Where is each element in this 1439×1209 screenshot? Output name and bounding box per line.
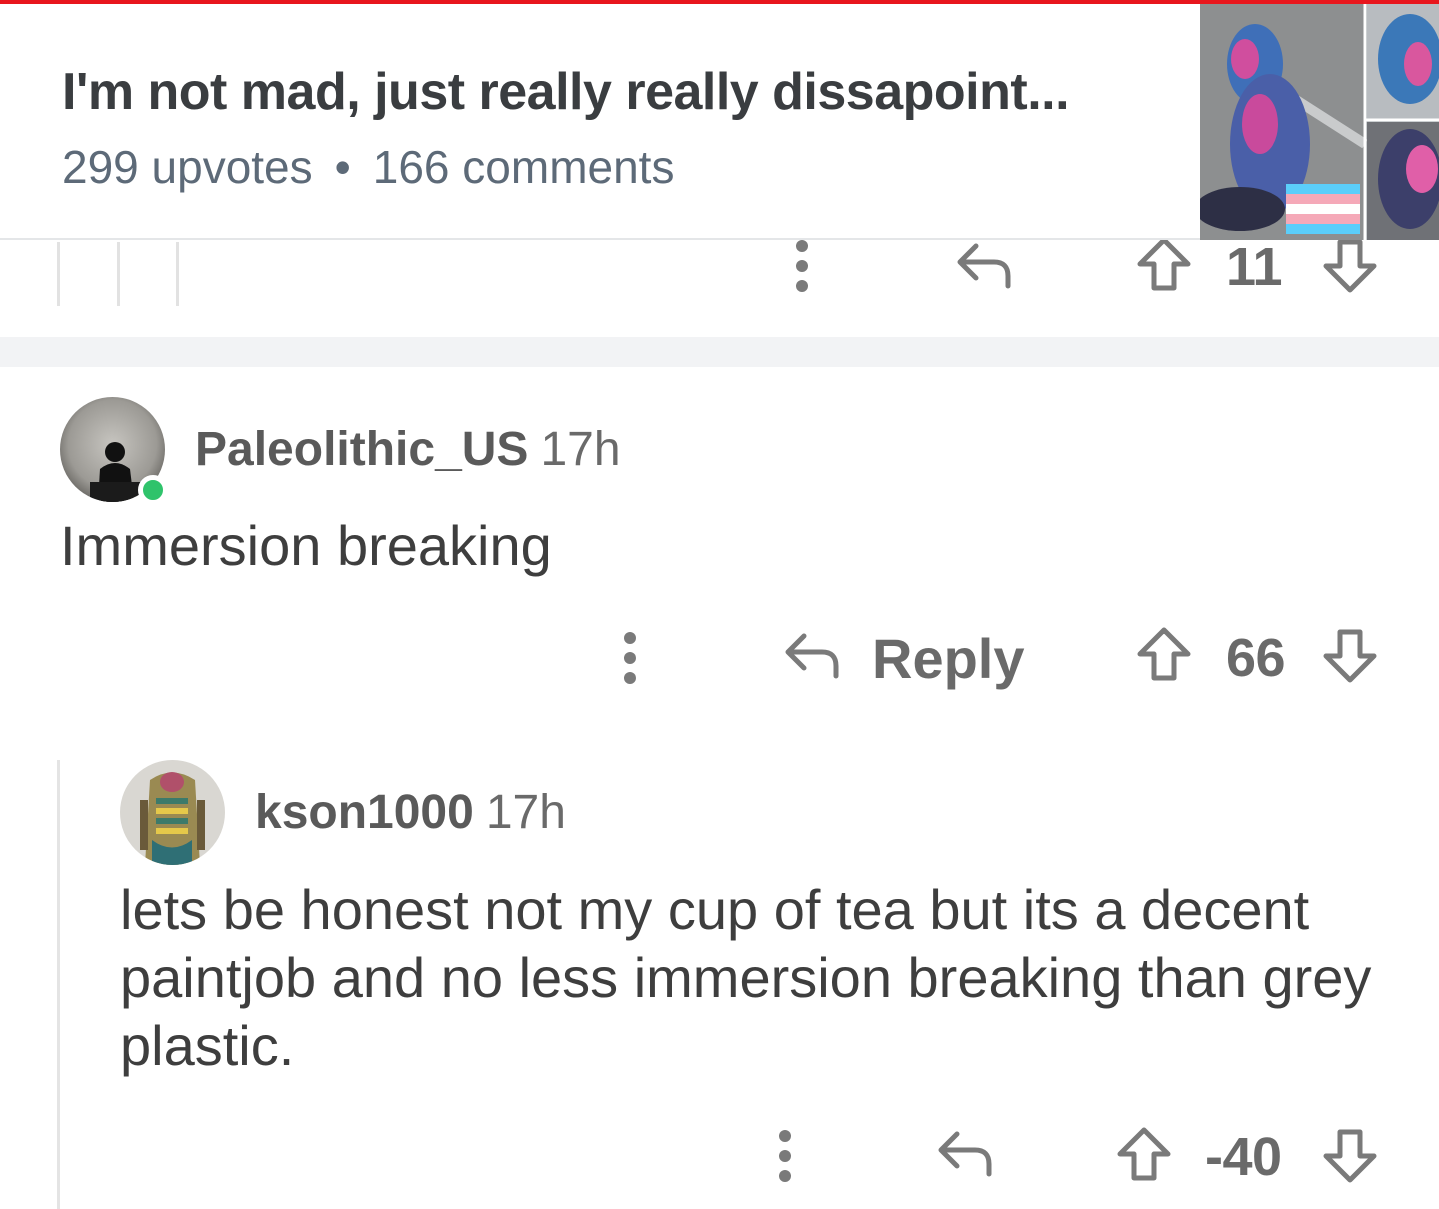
comment-time: 17h — [540, 423, 621, 476]
comment-count: 166 comments — [372, 141, 675, 193]
thumbnail-image — [1200, 4, 1439, 240]
upvote-icon[interactable] — [1136, 236, 1192, 292]
meta-separator: • — [334, 141, 351, 193]
vote-count: -40 — [1205, 1127, 1282, 1187]
upvote-icon[interactable] — [1116, 1126, 1172, 1182]
reply-icon[interactable] — [954, 240, 1014, 290]
vote-count: 66 — [1226, 628, 1286, 688]
more-icon[interactable] — [775, 1126, 795, 1186]
comment-author[interactable]: Paleolithic_US 17h — [195, 422, 621, 477]
avatar-image — [120, 760, 225, 865]
more-icon[interactable] — [792, 236, 812, 296]
vote-count: 11 — [1226, 237, 1283, 297]
online-status-dot — [138, 475, 168, 505]
downvote-icon[interactable] — [1322, 238, 1378, 294]
comment-time: 17h — [485, 786, 566, 839]
thread-line[interactable] — [176, 242, 179, 306]
reply-icon[interactable] — [935, 1128, 995, 1178]
reply-icon[interactable] — [782, 630, 842, 680]
thread-line[interactable] — [57, 760, 60, 1209]
upvote-icon[interactable] — [1136, 626, 1192, 682]
comment-author[interactable]: kson1000 17h — [255, 785, 566, 840]
post-header[interactable]: I'm not mad, just really really dissapoi… — [0, 4, 1439, 240]
post-meta: 299 upvotes • 166 comments — [62, 140, 674, 194]
comment-body: Immersion breaking — [60, 514, 552, 577]
downvote-icon[interactable] — [1322, 1128, 1378, 1184]
post-thumbnail[interactable] — [1200, 4, 1439, 240]
username[interactable]: kson1000 — [255, 786, 474, 839]
downvote-icon[interactable] — [1322, 628, 1378, 684]
thread-line[interactable] — [117, 242, 120, 306]
username[interactable]: Paleolithic_US — [195, 423, 528, 476]
post-title[interactable]: I'm not mad, just really really dissapoi… — [62, 62, 1162, 122]
reply-button[interactable]: Reply — [872, 626, 1025, 691]
comment-separator — [0, 337, 1439, 367]
thread-line[interactable] — [57, 242, 60, 306]
comment-body: lets be honest not my cup of tea but its… — [120, 878, 1372, 1077]
upvote-count: 299 upvotes — [62, 141, 313, 193]
more-icon[interactable] — [620, 628, 640, 688]
avatar[interactable] — [120, 760, 225, 865]
